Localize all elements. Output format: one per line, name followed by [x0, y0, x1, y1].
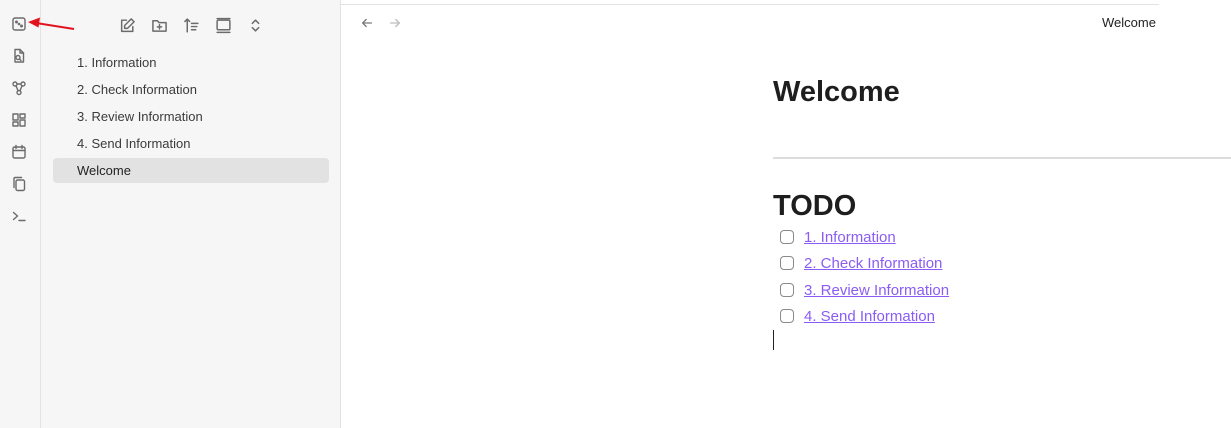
auto-reveal-icon[interactable] [212, 14, 234, 36]
file-explorer: 1. Information 2. Check Information 3. R… [41, 0, 341, 428]
task-checkbox[interactable] [780, 256, 794, 270]
todo-heading[interactable]: TODO [773, 190, 856, 223]
internal-link[interactable]: 1. Information [804, 229, 896, 246]
internal-link[interactable]: 3. Review Information [804, 282, 949, 299]
editor-pane: Welcome Welcome TODO 1. Information 2. C… [341, 0, 1231, 428]
annotation-arrow-icon [28, 17, 75, 30]
task-checkbox[interactable] [780, 230, 794, 244]
daily-note-calendar-icon[interactable] [8, 141, 30, 163]
internal-link[interactable]: 2. Check Information [804, 255, 942, 272]
task-checkbox[interactable] [780, 309, 794, 323]
note-inline-title[interactable]: Welcome [773, 76, 900, 109]
navigate-back-icon[interactable] [358, 14, 376, 32]
terminal-icon[interactable] [8, 205, 30, 227]
view-header-title[interactable]: Welcome [1102, 15, 1156, 30]
file-item-check-information[interactable]: 2. Check Information [53, 77, 329, 102]
sort-order-icon[interactable] [180, 14, 202, 36]
task-item: 3. Review Information [780, 279, 949, 301]
collapse-all-icon[interactable] [244, 14, 266, 36]
file-item-information[interactable]: 1. Information [53, 50, 329, 75]
task-checkbox[interactable] [780, 283, 794, 297]
task-item: 2. Check Information [780, 252, 942, 274]
app-window: 1. Information 2. Check Information 3. R… [0, 0, 1231, 428]
search-file-icon[interactable] [8, 45, 30, 67]
tab-divider [341, 4, 1159, 5]
new-note-icon[interactable] [116, 14, 138, 36]
text-cursor [773, 330, 774, 350]
navigate-forward-icon[interactable] [386, 14, 404, 32]
graph-view-icon[interactable] [8, 77, 30, 99]
task-item: 1. Information [780, 226, 896, 248]
left-ribbon [0, 0, 41, 428]
file-item-send-information[interactable]: 4. Send Information [53, 131, 329, 156]
internal-link[interactable]: 4. Send Information [804, 308, 935, 325]
file-item-review-information[interactable]: 3. Review Information [53, 104, 329, 129]
new-folder-icon[interactable] [148, 14, 170, 36]
canvas-icon[interactable] [8, 109, 30, 131]
file-item-welcome[interactable]: Welcome [53, 158, 329, 183]
templates-copy-icon[interactable] [8, 173, 30, 195]
task-item: 4. Send Information [780, 305, 935, 327]
horizontal-rule [773, 157, 1231, 159]
